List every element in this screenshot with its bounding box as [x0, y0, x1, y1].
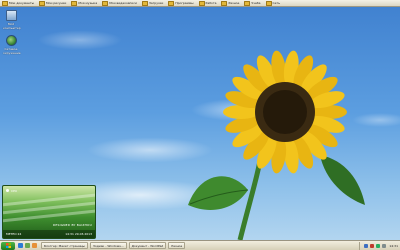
quick-launch-item[interactable]: Сеть — [265, 0, 280, 6]
desktop-icon-my-computer[interactable]: Мой компьютер — [3, 10, 21, 30]
network-status-icon[interactable] — [376, 243, 381, 248]
desktop-wallpaper: Мои документы Мои рисунки Моя музыка Мои ви… — [0, 0, 400, 250]
antivirus-icon[interactable] — [370, 243, 375, 248]
folder-icon — [102, 0, 109, 6]
quick-launch-item[interactable]: Мои рисунки — [39, 0, 66, 6]
quick-launch-item-label: Разное — [228, 1, 240, 5]
folder-icon — [168, 0, 175, 6]
quick-launch-item[interactable]: Учеба — [244, 0, 261, 6]
quick-launch-item-label: Работа — [205, 1, 217, 5]
folder-icon — [39, 0, 46, 6]
quick-launch-item-label: Программы — [175, 1, 194, 5]
sunflower-leaf-right — [320, 155, 365, 205]
folder-icon — [71, 0, 78, 6]
folder-icon — [198, 0, 205, 6]
taskbar: Блоггер: Макет страницы Зодиак - Windows.… — [0, 240, 400, 250]
folder-icon — [265, 0, 272, 6]
quick-launch-item[interactable]: Мои видеозаписи — [102, 0, 137, 6]
quick-launch-item-label: Мои видеозаписи — [109, 1, 137, 5]
media-player-icon[interactable] — [32, 243, 37, 248]
network-icon — [5, 35, 17, 46]
quick-launch-item-label: Мои документы — [9, 1, 35, 5]
browser-icon[interactable] — [18, 243, 23, 248]
taskbar-button[interactable]: Зодиак - Windows... — [89, 242, 127, 249]
clock[interactable]: 14:31 — [389, 244, 398, 248]
quick-launch-item-label: Учеба — [251, 1, 261, 5]
quick-launch-item[interactable]: Мои документы — [2, 0, 34, 6]
desktop-icon-label: Мой компьютер — [3, 22, 21, 30]
quick-launch-bar: Мои документы Мои рисунки Моя музыка Мои ви… — [0, 0, 400, 7]
language-icon[interactable] — [364, 243, 369, 248]
volume-icon[interactable] — [382, 243, 387, 248]
show-desktop-icon[interactable] — [25, 243, 30, 248]
taskbar-button[interactable]: Блоггер: Макет страницы — [41, 242, 88, 249]
gadget-status-bar: МЕТЕО 24 14:31 29.03.2013 — [3, 230, 95, 238]
gadget-brand-text: DESIGNED BY BAIZHOU — [52, 223, 92, 227]
taskbar-tasks: Блоггер: Макет страницы Зодиак - Windows.… — [39, 242, 186, 249]
folder-icon — [244, 0, 251, 6]
sunflower-leaf-left — [188, 176, 249, 210]
windows-logo-icon — [5, 243, 11, 248]
quick-launch-item-label: Сеть — [272, 1, 280, 5]
start-button[interactable] — [1, 241, 15, 250]
quick-launch-item[interactable]: Работа — [198, 0, 217, 6]
desktop-icon-network[interactable]: Сетевое окружение — [3, 35, 21, 55]
quick-launch-item[interactable]: Загрузки — [141, 0, 164, 6]
desktop-icon-label: Сетевое окружение — [3, 47, 21, 55]
folder-icon — [221, 0, 228, 6]
gadget-header: CPU — [6, 188, 17, 193]
taskbar-button[interactable]: Документ - WordPad — [128, 242, 167, 249]
computer-icon — [5, 10, 17, 21]
taskbar-button[interactable]: Разное — [168, 242, 186, 249]
quick-launch-item[interactable]: Программы — [168, 0, 194, 6]
quick-launch-item[interactable]: Моя музыка — [71, 0, 97, 6]
taskbar-quick-launch — [18, 243, 39, 248]
gadget-status-left: МЕТЕО 24 — [6, 232, 22, 236]
gear-icon — [6, 189, 9, 192]
gadget-title: CPU — [11, 188, 18, 193]
folder-icon — [2, 0, 8, 6]
quick-launch-item-label: Моя музыка — [78, 1, 98, 5]
gadget-status-right: 14:31 29.03.2013 — [65, 232, 92, 236]
folder-icon — [141, 0, 148, 6]
quick-launch-item-label: Загрузки — [148, 1, 164, 5]
quick-launch-item[interactable]: Разное — [221, 0, 239, 6]
desktop-gadget[interactable]: CPU DESIGNED BY BAIZHOU МЕТЕО 24 14:31 2… — [2, 185, 96, 239]
quick-launch-item-label: Мои рисунки — [46, 1, 67, 5]
system-tray: 14:31 — [359, 241, 400, 250]
